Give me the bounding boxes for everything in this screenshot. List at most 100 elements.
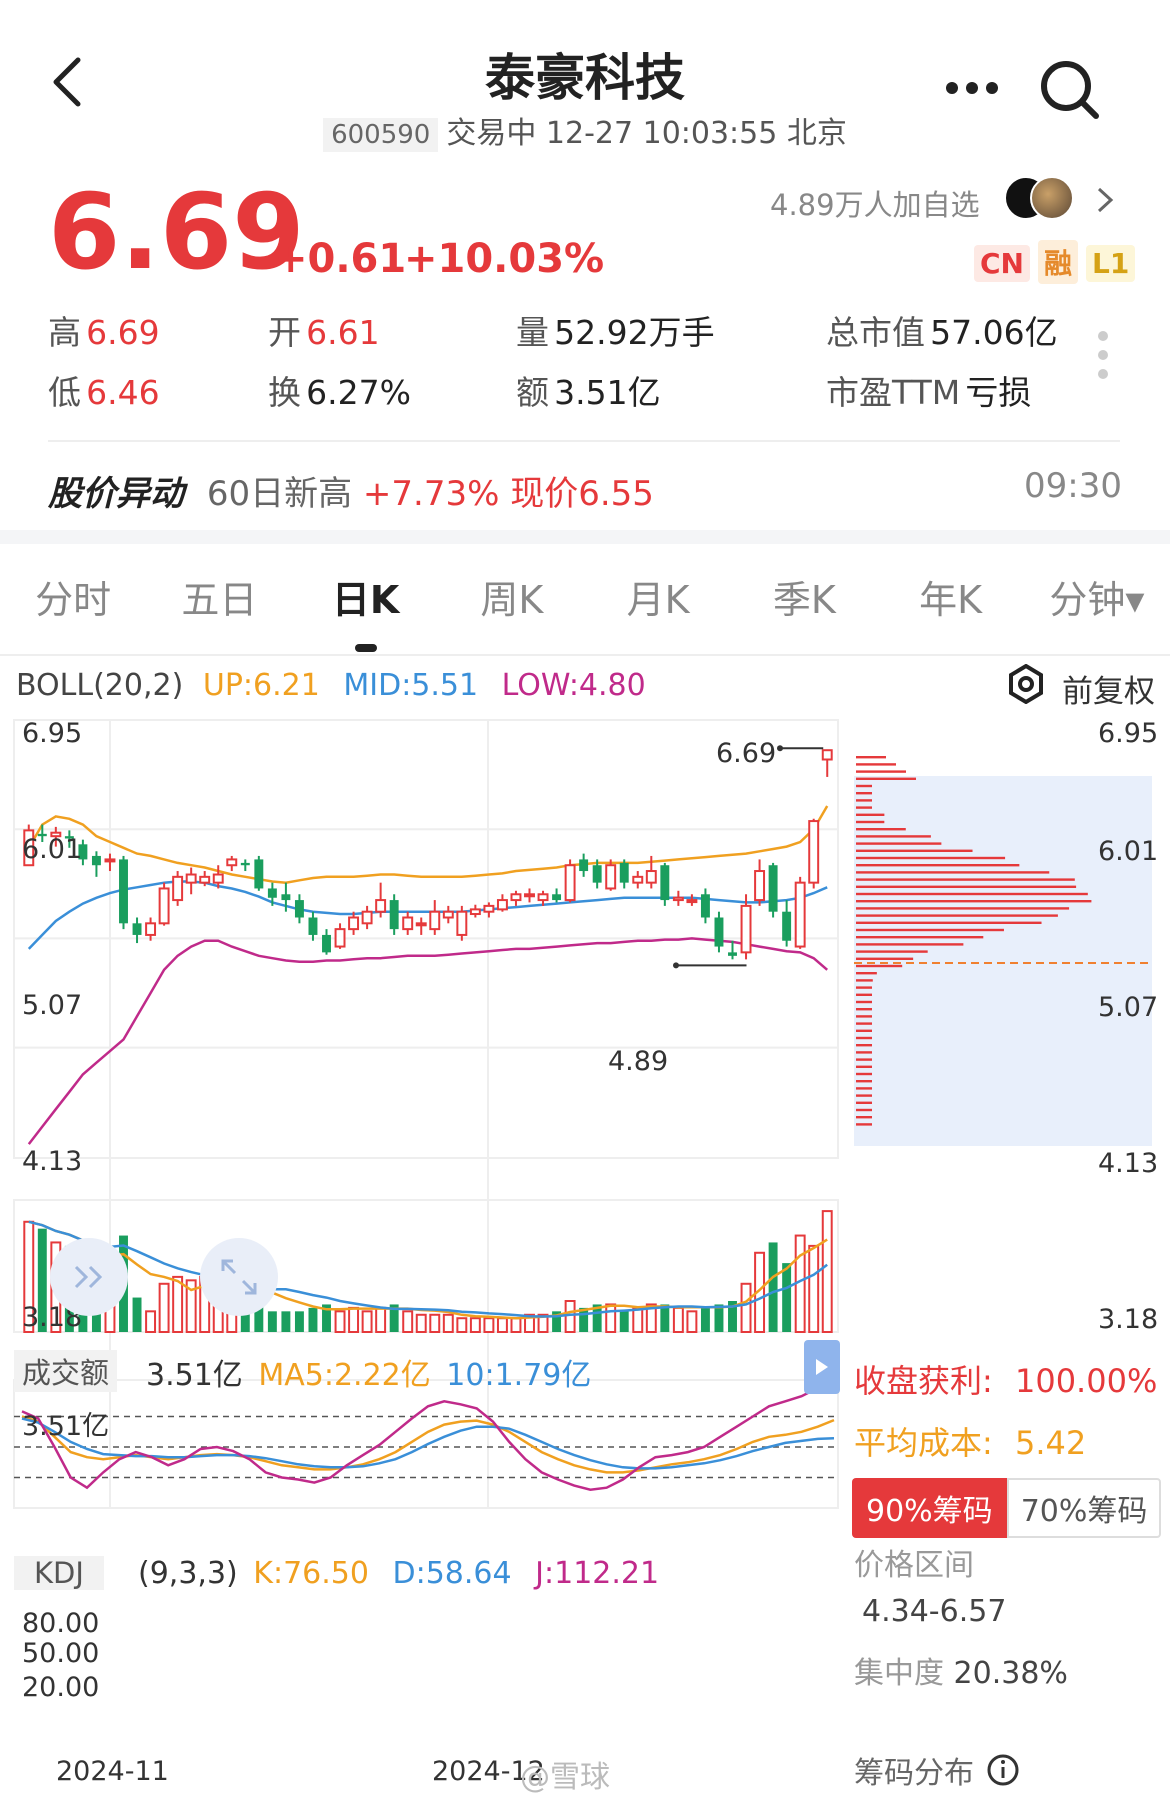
candle-body <box>375 899 387 913</box>
search-button[interactable] <box>1038 58 1102 122</box>
tab-intraday[interactable]: 分时 <box>0 560 146 654</box>
double-chevron-right-icon <box>74 1265 103 1289</box>
price-alert[interactable]: 股价异动 60日新高 +7.73% 现价6.55 <box>48 466 654 515</box>
candle-body <box>456 910 468 936</box>
volume-bar <box>564 1300 576 1333</box>
chip-tab-70[interactable]: 70%筹码 <box>1006 1478 1162 1538</box>
expand-icon <box>221 1259 257 1295</box>
volume-bar <box>510 1317 522 1334</box>
candle-body <box>579 859 589 872</box>
candle-body <box>145 922 157 936</box>
follower-count: 4.89万人加自选 <box>770 188 980 222</box>
volume-bar <box>172 1275 184 1334</box>
volume-bar <box>415 1313 427 1333</box>
kdj-params: (9,3,3) <box>138 1556 238 1591</box>
stat-high: 高 6.69 <box>48 313 160 352</box>
kdj-label[interactable]: KDJ <box>14 1556 104 1590</box>
volume-bar <box>672 1306 684 1334</box>
boll-up: UP:6.21 <box>202 668 320 703</box>
candle-body <box>645 870 657 884</box>
volume-bar <box>768 1242 778 1332</box>
candle-body <box>768 865 778 912</box>
chip-bar <box>856 986 872 989</box>
tab-daily-k[interactable]: 日K <box>293 560 439 654</box>
volume-bar <box>686 1310 698 1333</box>
tab-weekly-k[interactable]: 周K <box>439 560 585 654</box>
chip-bar <box>856 792 872 795</box>
chip-bar <box>856 784 872 788</box>
tab-monthly-k[interactable]: 月K <box>585 560 731 654</box>
y-tick-right: 6.01 <box>1098 836 1159 867</box>
more-dots-icon <box>946 82 998 94</box>
volume-bar <box>294 1311 304 1332</box>
chip-bar <box>856 799 872 802</box>
chip-profit-value: 100.00% <box>1014 1362 1158 1400</box>
volume-bar <box>483 1317 495 1334</box>
candle-body <box>782 911 792 941</box>
chip-avg-value: 5.42 <box>1014 1424 1087 1462</box>
chip-bar <box>856 928 1004 932</box>
section-separator <box>0 530 1170 544</box>
kdj-lines <box>14 1384 838 1491</box>
chip-bar <box>856 914 1058 917</box>
tab-minute[interactable]: 分钟▾ <box>1024 560 1170 654</box>
scroll-forward-button[interactable] <box>50 1238 128 1316</box>
candle-body <box>808 820 820 884</box>
chip-bar <box>856 993 872 996</box>
chip-bar <box>856 1008 872 1011</box>
tab-yearly-k[interactable]: 年K <box>878 560 1024 654</box>
tab-5day[interactable]: 五日 <box>146 560 292 654</box>
low-mark-dot <box>673 962 679 969</box>
chip-bar <box>856 813 885 816</box>
volume-label[interactable]: 成交额 <box>14 1350 118 1392</box>
chip-bar <box>856 1080 872 1083</box>
candle-body <box>714 917 724 947</box>
chip-bar <box>856 921 1042 924</box>
candle-body <box>226 858 238 867</box>
chip-bar <box>856 820 885 824</box>
alert-time: 09:30 <box>1024 466 1122 506</box>
y-tick-right: 3.18 <box>1098 1304 1159 1335</box>
alert-title: 股价异动 <box>48 474 184 514</box>
boll-legend[interactable]: BOLL(20,2) UP:6.21 MID:5.51 LOW:4.80 <box>16 668 646 703</box>
chip-tab-90[interactable]: 90%筹码 <box>852 1478 1007 1538</box>
chip-bar <box>856 936 984 939</box>
stat-turnover: 换 6.27% <box>268 373 411 412</box>
tab-quarterly-k[interactable]: 季K <box>731 560 877 654</box>
stock-status: 600590 交易中 12-27 10:03:55 北京 <box>0 108 1170 152</box>
candle-body <box>469 908 481 916</box>
kdj-legend: (9,3,3) K:76.50 D:58.64 J:112.21 <box>138 1556 659 1591</box>
more-button[interactable] <box>944 80 1000 96</box>
volume-bar <box>740 1282 752 1333</box>
candle-body <box>442 910 454 919</box>
candle-body <box>619 862 629 883</box>
chip-bar <box>856 972 877 975</box>
volume-bar <box>496 1317 508 1334</box>
chip-bar <box>856 1072 872 1076</box>
info-icon <box>987 1754 1019 1786</box>
followers-chevron[interactable] <box>1096 186 1114 218</box>
stat-low: 低 6.46 <box>48 373 160 412</box>
chip-bar <box>856 1044 872 1047</box>
kline-chart[interactable] <box>0 700 1170 1812</box>
y-tick: 5.07 <box>22 990 83 1021</box>
stats-more-button[interactable] <box>1096 330 1110 380</box>
volume-bar <box>402 1310 414 1333</box>
candle-body <box>104 858 116 863</box>
candle-body <box>537 893 549 902</box>
chip-bar <box>856 1036 872 1040</box>
chip-dist-footer[interactable]: 筹码分布 <box>854 1748 1020 1792</box>
candle-body <box>524 893 535 898</box>
follower-avatars[interactable] <box>1004 174 1084 222</box>
volume-bar <box>348 1306 360 1334</box>
chip-bar <box>856 878 1075 881</box>
chip-bar <box>856 1123 872 1126</box>
fullscreen-button[interactable] <box>200 1238 278 1316</box>
volume-bar <box>375 1306 387 1334</box>
kdj-d: D:58.64 <box>392 1556 512 1591</box>
kdj-d-line <box>21 1417 835 1470</box>
chip-bar <box>856 864 1020 867</box>
chip-panel-toggle[interactable] <box>804 1340 840 1394</box>
volume-bar <box>714 1304 724 1332</box>
chip-bar <box>856 1022 872 1025</box>
